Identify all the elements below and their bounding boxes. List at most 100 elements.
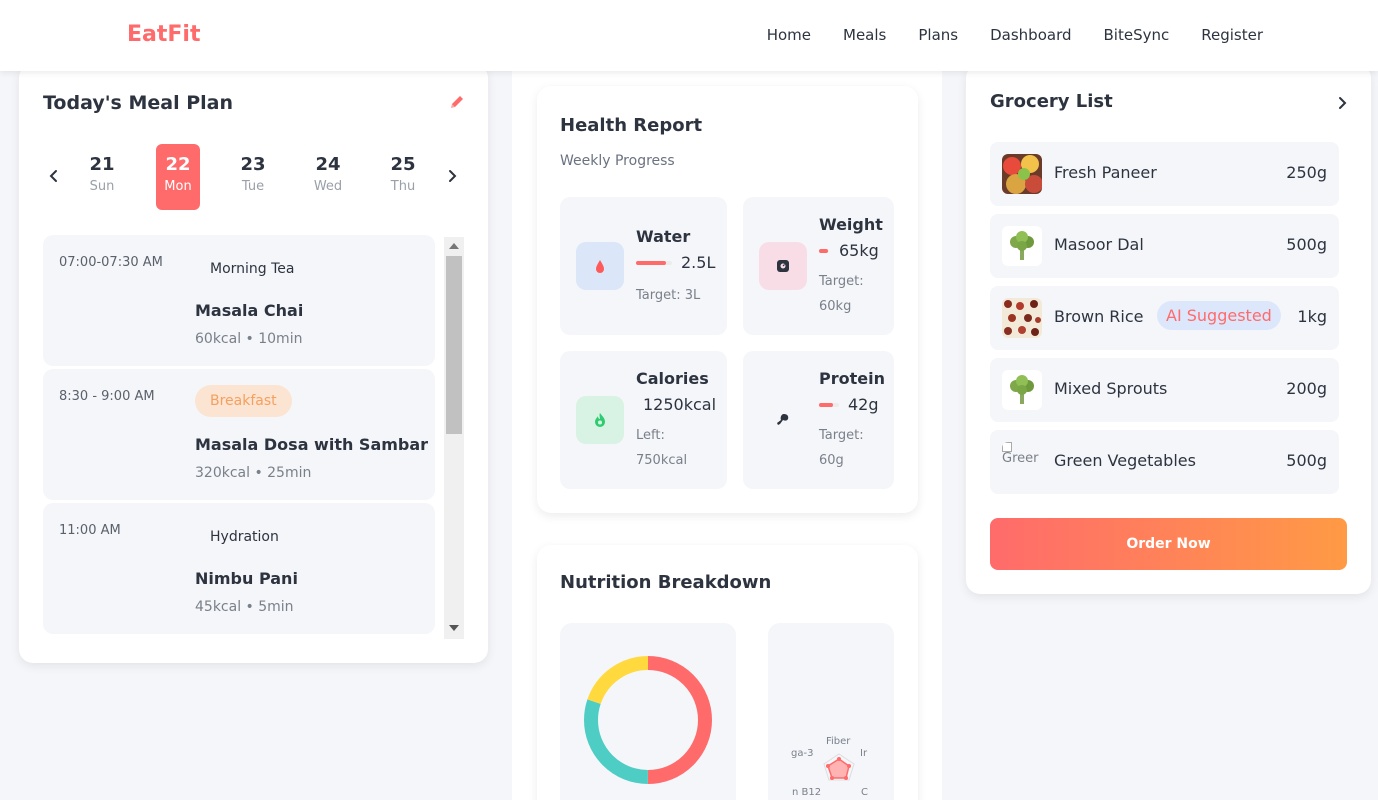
water-target: Target: 3L [636,288,701,303]
nav-plans[interactable]: Plans [918,26,958,44]
broccoli-icon [1002,370,1042,410]
day-thu[interactable]: 25 Thu [381,144,425,210]
scroll-up-icon[interactable] [449,243,459,249]
grocery-item[interactable]: Masoor Dal 500g [990,214,1339,278]
broken-image-alt: Greer [1002,451,1039,466]
calories-left-label: Left: [636,428,665,443]
meal-list-scrollbar[interactable] [444,237,464,639]
water-drop-icon [576,242,624,290]
grocery-name: Fresh Paneer [1054,163,1157,182]
radar-label: Fiber [826,736,851,747]
grocery-name: Brown Rice [1054,307,1144,326]
protein-progress-fill [819,403,833,407]
meal-time: 8:30 - 9:00 AM [59,389,155,404]
weight-progress-fill [819,249,828,253]
top-header: EatFit Home Meals Plans Dashboard BiteSy… [0,0,1378,71]
broken-image-icon: Greer [1002,442,1042,482]
protein-stat[interactable]: Protein 42g Target: 60g [743,351,894,489]
grocery-name: Masoor Dal [1054,235,1144,254]
broccoli-icon [1002,226,1042,266]
donut-chart [584,656,712,784]
water-value: 2.5L [681,253,716,272]
ai-suggested-badge: AI Suggested [1157,301,1281,330]
day-number: 25 [390,154,416,175]
water-label: Water [636,227,691,246]
meal-item[interactable]: 07:00-07:30 AM Morning Tea Masala Chai 6… [43,235,435,366]
nutrition-title: Nutrition Breakdown [560,572,772,593]
day-wed[interactable]: 24 Wed [306,144,350,210]
calories-left-value: 750kcal [636,453,688,468]
water-progress-bar [636,261,672,265]
scroll-thumb[interactable] [446,256,462,434]
protein-target-label: Target: [819,428,864,443]
grocery-qty: 1kg [1297,307,1327,326]
day-mon-selected[interactable]: 22 Mon [156,144,200,210]
weight-stat[interactable]: Weight 65kg Target: 60kg [743,197,894,335]
grocery-name: Green Vegetables [1054,451,1196,470]
weight-target-label: Target: [819,274,864,289]
grocery-item[interactable]: Greer Green Vegetables 500g [990,430,1339,494]
meal-meta: 45kcal • 5min [195,599,294,615]
meal-tag: Hydration [210,529,279,545]
calories-stat[interactable]: Calories 1250kcal Left: 750kcal [560,351,727,489]
grocery-item[interactable]: Fresh Paneer 250g [990,142,1339,206]
grocery-title: Grocery List [990,91,1113,112]
meal-plan-card: Today's Meal Plan 21 Sun 22 Mon 23 Tue 2… [19,64,488,663]
weight-label: Weight [819,215,883,234]
calories-label: Calories [636,369,709,388]
nav-bitesync[interactable]: BiteSync [1104,26,1170,44]
order-now-button[interactable]: Order Now [990,518,1347,570]
weight-progress-bar [819,249,829,253]
weight-target-value: 60kg [819,299,852,314]
meal-time: 11:00 AM [59,523,121,538]
pencil-icon[interactable] [449,94,465,110]
protein-label: Protein [819,369,885,388]
logo[interactable]: EatFit [127,22,200,47]
calories-value: 1250kcal [643,395,717,414]
grocery-qty: 250g [1286,163,1327,182]
weight-value: 65kg [839,241,879,260]
day-number: 23 [240,154,266,175]
meal-name: Nimbu Pani [195,569,298,588]
drumstick-icon [759,396,807,444]
scale-icon [759,242,807,290]
nutrition-card: Nutrition Breakdown Fiber ga-3 Ir n B12 … [537,545,918,800]
grocery-item[interactable]: Brown Rice AI Suggested 1kg [990,286,1339,350]
chevron-right-icon[interactable] [443,167,461,185]
donut-chart-box [560,623,736,800]
radar-chart-box: Fiber ga-3 Ir n B12 C [768,623,894,800]
protein-value: 42g [848,395,879,414]
grocery-qty: 500g [1286,451,1327,470]
nav-dashboard[interactable]: Dashboard [990,26,1071,44]
health-report-card: Health Report Weekly Progress Water 2.5L… [537,86,918,513]
meal-meta: 60kcal • 10min [195,331,303,347]
day-tue[interactable]: 23 Tue [231,144,275,210]
meal-list: 07:00-07:30 AM Morning Tea Masala Chai 6… [43,235,435,639]
meal-plan-title: Today's Meal Plan [43,92,233,114]
grocery-card: Grocery List Fresh Paneer 250g Masoor Da… [966,64,1371,594]
nav-home[interactable]: Home [767,26,811,44]
nav-register[interactable]: Register [1201,26,1263,44]
fruit-thumbnail [1002,154,1042,194]
grocery-item[interactable]: Mixed Sprouts 200g [990,358,1339,422]
day-name: Mon [164,179,192,194]
meal-item[interactable]: 11:00 AM Hydration Nimbu Pani 45kcal • 5… [43,503,435,634]
meal-item[interactable]: 8:30 - 9:00 AM Breakfast Masala Dosa wit… [43,369,435,500]
meal-time: 07:00-07:30 AM [59,255,163,270]
grocery-qty: 200g [1286,379,1327,398]
grocery-name: Mixed Sprouts [1054,379,1168,398]
water-stat[interactable]: Water 2.5L Target: 3L [560,197,727,335]
day-name: Wed [313,179,343,194]
day-name: Sun [89,179,115,194]
day-sun[interactable]: 21 Sun [80,144,124,210]
water-progress-fill [636,261,666,265]
day-number: 21 [89,154,115,175]
rice-thumbnail [1002,298,1042,338]
chevron-left-icon[interactable] [45,167,63,185]
scroll-down-icon[interactable] [449,625,459,631]
meal-name: Masala Chai [195,301,304,320]
chevron-right-icon[interactable] [1334,95,1350,111]
flame-icon [576,396,624,444]
nav-meals[interactable]: Meals [843,26,886,44]
day-number: 24 [315,154,341,175]
